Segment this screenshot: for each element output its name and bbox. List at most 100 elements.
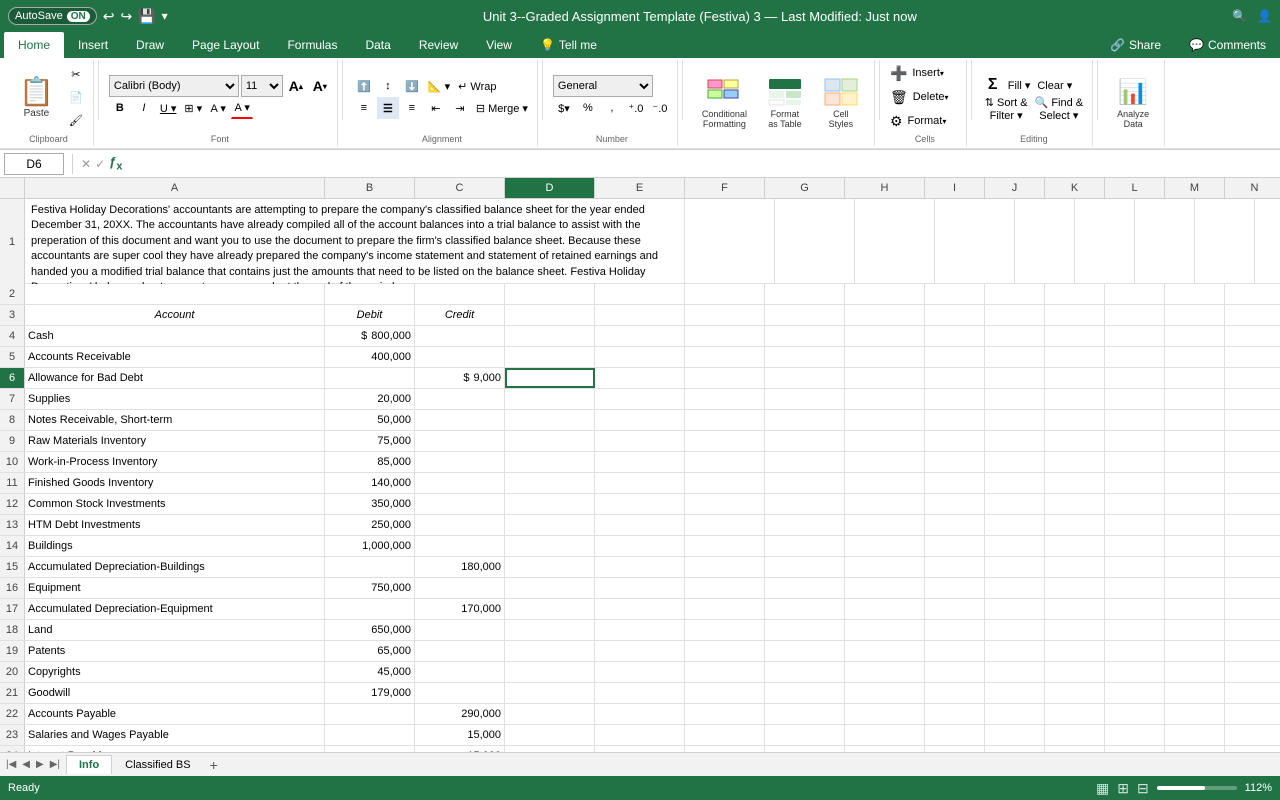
cell-j15[interactable] xyxy=(985,557,1045,577)
cell-f17[interactable] xyxy=(685,599,765,619)
cell-f16[interactable] xyxy=(685,578,765,598)
cell-n23[interactable] xyxy=(1225,725,1280,745)
cell-i3[interactable] xyxy=(925,305,985,325)
cell-l11[interactable] xyxy=(1105,473,1165,493)
cell-h8[interactable] xyxy=(845,410,925,430)
cell-i12[interactable] xyxy=(925,494,985,514)
cell-k18[interactable] xyxy=(1045,620,1105,640)
undo-icon[interactable]: ↩ xyxy=(103,8,115,25)
tab-home[interactable]: Home xyxy=(4,32,64,58)
row-num-10[interactable]: 10 xyxy=(0,452,25,472)
cell-e23[interactable] xyxy=(595,725,685,745)
col-header-i[interactable]: I xyxy=(925,178,985,198)
cell-j22[interactable] xyxy=(985,704,1045,724)
cell-g21[interactable] xyxy=(765,683,845,703)
cell-g17[interactable] xyxy=(765,599,845,619)
cell-n21[interactable] xyxy=(1225,683,1280,703)
cell-c14[interactable] xyxy=(415,536,505,556)
cell-k20[interactable] xyxy=(1045,662,1105,682)
cell-e7[interactable] xyxy=(595,389,685,409)
cell-f9[interactable] xyxy=(685,431,765,451)
col-header-e[interactable]: E xyxy=(595,178,685,198)
cell-g23[interactable] xyxy=(765,725,845,745)
cell-d12[interactable] xyxy=(505,494,595,514)
cell-g12[interactable] xyxy=(765,494,845,514)
align-right-button[interactable]: ≡ xyxy=(401,97,423,119)
cell-f14[interactable] xyxy=(685,536,765,556)
wrap-text-button[interactable]: ↵ Wrap xyxy=(455,75,499,97)
cell-f18[interactable] xyxy=(685,620,765,640)
cell-a10[interactable]: Work-in-Process Inventory xyxy=(25,452,325,472)
col-header-n[interactable]: N xyxy=(1225,178,1280,198)
cell-c18[interactable] xyxy=(415,620,505,640)
cell-c15[interactable]: 180,000 xyxy=(415,557,505,577)
cell-m19[interactable] xyxy=(1165,641,1225,661)
cell-j8[interactable] xyxy=(985,410,1045,430)
cell-a23[interactable]: Salaries and Wages Payable xyxy=(25,725,325,745)
cell-k9[interactable] xyxy=(1045,431,1105,451)
cell-j5[interactable] xyxy=(985,347,1045,367)
tab-formulas[interactable]: Formulas xyxy=(273,32,351,58)
cell-e22[interactable] xyxy=(595,704,685,724)
cell-c19[interactable] xyxy=(415,641,505,661)
cell-e19[interactable] xyxy=(595,641,685,661)
cell-m12[interactable] xyxy=(1165,494,1225,514)
col-header-b[interactable]: B xyxy=(325,178,415,198)
cell-e10[interactable] xyxy=(595,452,685,472)
cell-d2[interactable] xyxy=(505,284,595,304)
row-num-21[interactable]: 21 xyxy=(0,683,25,703)
cell-e21[interactable] xyxy=(595,683,685,703)
cell-e8[interactable] xyxy=(595,410,685,430)
cell-k6[interactable] xyxy=(1045,368,1105,388)
cell-m14[interactable] xyxy=(1165,536,1225,556)
confirm-formula-icon[interactable]: ✓ xyxy=(95,157,105,171)
cell-d13[interactable] xyxy=(505,515,595,535)
cell-l20[interactable] xyxy=(1105,662,1165,682)
cell-h14[interactable] xyxy=(845,536,925,556)
cell-g22[interactable] xyxy=(765,704,845,724)
cell-k19[interactable] xyxy=(1045,641,1105,661)
delete-button[interactable]: Delete ▾ xyxy=(910,86,960,108)
tab-data[interactable]: Data xyxy=(351,32,404,58)
cell-b4[interactable]: $800,000 xyxy=(325,326,415,346)
cell-k5[interactable] xyxy=(1045,347,1105,367)
cell-h13[interactable] xyxy=(845,515,925,535)
align-top-button[interactable]: ⬆️ xyxy=(353,75,375,97)
cell-m1[interactable] xyxy=(1255,199,1280,284)
cell-i2[interactable] xyxy=(925,284,985,304)
cell-h16[interactable] xyxy=(845,578,925,598)
row-num-14[interactable]: 14 xyxy=(0,536,25,556)
cell-d22[interactable] xyxy=(505,704,595,724)
cell-d15[interactable] xyxy=(505,557,595,577)
cell-h19[interactable] xyxy=(845,641,925,661)
decrease-indent-button[interactable]: ⇤ xyxy=(425,97,447,119)
cell-d4[interactable] xyxy=(505,326,595,346)
cell-n15[interactable] xyxy=(1225,557,1280,577)
increase-indent-button[interactable]: ⇥ xyxy=(449,97,471,119)
cell-i15[interactable] xyxy=(925,557,985,577)
cell-f20[interactable] xyxy=(685,662,765,682)
comments-button[interactable]: 💬 Comments xyxy=(1175,32,1280,58)
cell-m8[interactable] xyxy=(1165,410,1225,430)
cell-n2[interactable] xyxy=(1225,284,1280,304)
cell-f23[interactable] xyxy=(685,725,765,745)
page-layout-view-button[interactable]: ⊞ xyxy=(1117,780,1129,797)
cell-f22[interactable] xyxy=(685,704,765,724)
cell-m13[interactable] xyxy=(1165,515,1225,535)
cell-f8[interactable] xyxy=(685,410,765,430)
bold-button[interactable]: B xyxy=(109,97,131,119)
tab-draw[interactable]: Draw xyxy=(122,32,178,58)
user-profile-icon[interactable]: 👤 xyxy=(1257,9,1272,23)
col-header-c[interactable]: C xyxy=(415,178,505,198)
font-color-button[interactable]: A ▾ xyxy=(231,97,253,119)
cell-d23[interactable] xyxy=(505,725,595,745)
cell-f11[interactable] xyxy=(685,473,765,493)
cell-e16[interactable] xyxy=(595,578,685,598)
row-num-18[interactable]: 18 xyxy=(0,620,25,640)
cell-n4[interactable] xyxy=(1225,326,1280,346)
cell-k1[interactable] xyxy=(1135,199,1195,284)
cell-l8[interactable] xyxy=(1105,410,1165,430)
cell-k16[interactable] xyxy=(1045,578,1105,598)
cell-m11[interactable] xyxy=(1165,473,1225,493)
cell-b6[interactable] xyxy=(325,368,415,388)
